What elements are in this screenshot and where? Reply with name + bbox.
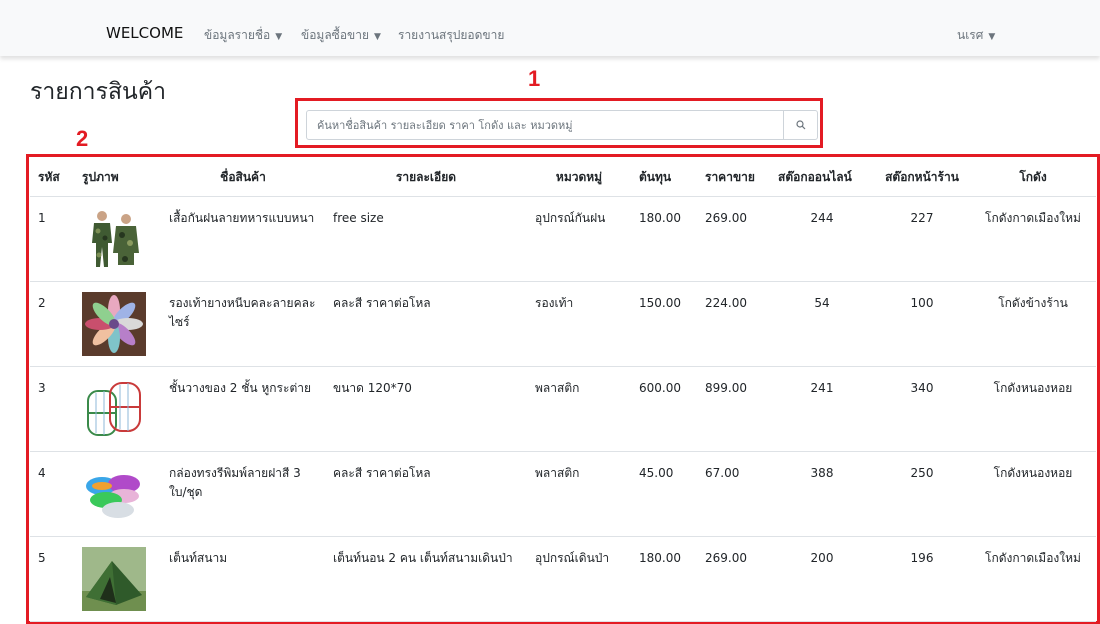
cell-category: รองเท้า: [527, 281, 631, 367]
cell-warehouse: โกดังหนองหอย: [970, 451, 1096, 537]
cell-stock-online: 241: [770, 366, 874, 452]
cell-detail: คละสี ราคาต่อโหล: [325, 281, 527, 367]
column-header-id[interactable]: รหัส: [30, 160, 74, 197]
column-header-image[interactable]: รูปภาพ: [74, 160, 161, 197]
caret-down-icon: ▼: [988, 32, 996, 42]
table-header-row: รหัส รูปภาพ ชื่อสินค้า รายละเอียด หมวดหม…: [30, 160, 1096, 197]
cell-stock-online: 200: [770, 536, 874, 622]
rubber-slippers-image: [82, 291, 146, 356]
cell-cost: 600.00: [631, 366, 697, 452]
cell-name: เสื้อกันฝนลายทหารแบบหนา: [161, 196, 325, 282]
cell-detail: คละสี ราคาต่อโหล: [325, 451, 527, 537]
nav-item-label: ข้อมูลซื้อขาย: [301, 28, 369, 42]
cell-id: 2: [30, 281, 74, 367]
user-menu[interactable]: นเรศ ▼: [957, 26, 995, 45]
nav-item-customers[interactable]: ข้อมูลรายชื่อ ▼: [204, 26, 282, 45]
caret-down-icon: ▼: [275, 32, 283, 42]
search-input[interactable]: [306, 110, 784, 140]
product-table: รหัส รูปภาพ ชื่อสินค้า รายละเอียด หมวดหม…: [30, 160, 1096, 622]
nav-item-sales-report[interactable]: รายงานสรุปยอดขาย: [398, 26, 504, 45]
cell-stock-store: 100: [874, 281, 970, 367]
plastic-shelf-image: [82, 376, 146, 441]
cell-cost: 150.00: [631, 281, 697, 367]
navbar-brand[interactable]: WELCOME: [106, 24, 183, 42]
cell-category: อุปกรณ์เดินป่า: [527, 536, 631, 622]
column-header-detail[interactable]: รายละเอียด: [325, 160, 527, 197]
cell-name: กล่องทรงรีพิมพ์ลายฝาสี 3 ใบ/ชุด: [161, 451, 325, 537]
page-title: รายการสินค้า: [30, 79, 167, 105]
cell-cost: 180.00: [631, 196, 697, 282]
table-row[interactable]: 2 รองเท้ายางหนีบคละลายคละไซร์ คละสี ราคา…: [30, 281, 1096, 367]
cell-cost: 45.00: [631, 451, 697, 537]
search-icon: [795, 120, 805, 130]
cell-category: พลาสติก: [527, 451, 631, 537]
cell-price: 67.00: [697, 451, 770, 537]
cell-warehouse: โกดังหนองหอย: [970, 366, 1096, 452]
cell-warehouse: โกดังข้างร้าน: [970, 281, 1096, 367]
annotation-label-2: 2: [76, 126, 89, 151]
plastic-boxes-image: [82, 461, 146, 526]
table-row[interactable]: 1 เสื้อกันฝนลายทหารแบบหนา free size อุปก…: [30, 196, 1096, 282]
cell-price: 224.00: [697, 281, 770, 367]
cell-image: [74, 451, 161, 537]
cell-name: รองเท้ายางหนีบคละลายคละไซร์: [161, 281, 325, 367]
cell-image: [74, 536, 161, 622]
cell-id: 4: [30, 451, 74, 537]
column-header-price[interactable]: ราคาขาย: [697, 160, 770, 197]
cell-detail: เต็นท์นอน 2 คน เต็นท์สนามเดินป่า: [325, 536, 527, 622]
cell-warehouse: โกดังกาดเมืองใหม่: [970, 196, 1096, 282]
annotation-label-1: 1: [528, 66, 541, 91]
cell-id: 5: [30, 536, 74, 622]
cell-cost: 180.00: [631, 536, 697, 622]
nav-item-trading[interactable]: ข้อมูลซื้อขาย ▼: [301, 26, 381, 45]
cell-stock-store: 340: [874, 366, 970, 452]
cell-name: เต็นท์สนาม: [161, 536, 325, 622]
cell-image: [74, 366, 161, 452]
cell-name: ชั้นวางของ 2 ชั้น หูกระต่าย: [161, 366, 325, 452]
cell-price: 269.00: [697, 196, 770, 282]
cell-detail: free size: [325, 196, 527, 282]
cell-detail: ขนาด 120*70: [325, 366, 527, 452]
user-name: นเรศ: [957, 28, 984, 42]
caret-down-icon: ▼: [374, 32, 381, 42]
column-header-stock-store[interactable]: สต๊อกหน้าร้าน: [874, 160, 970, 197]
cell-stock-online: 54: [770, 281, 874, 367]
search-bar: [306, 110, 818, 140]
cell-price: 269.00: [697, 536, 770, 622]
nav-item-label: ข้อมูลรายชื่อ: [204, 28, 271, 42]
table-row[interactable]: 3 ชั้นวางของ 2 ชั้น หูกระต่าย ขนาด 120*7…: [30, 366, 1096, 452]
camping-tent-image: [82, 546, 146, 611]
cell-price: 899.00: [697, 366, 770, 452]
cell-stock-store: 196: [874, 536, 970, 622]
cell-stock-store: 227: [874, 196, 970, 282]
nav-item-label: รายงานสรุปยอดขาย: [398, 28, 505, 42]
cell-stock-store: 250: [874, 451, 970, 537]
cell-id: 1: [30, 196, 74, 282]
cell-category: อุปกรณ์กันฝน: [527, 196, 631, 282]
cell-stock-online: 244: [770, 196, 874, 282]
table-row[interactable]: 5 เต็นท์สนาม เต็นท์นอน 2 คน เต็นท์สนามเด…: [30, 536, 1096, 622]
top-navbar: WELCOME ข้อมูลรายชื่อ ▼ ข้อมูลซื้อขาย ▼ รา…: [0, 0, 1100, 56]
camouflage-raincoat-image: [82, 206, 146, 271]
table-row[interactable]: 4 กล่องทรงรีพิมพ์ลายฝาสี 3 ใบ/ชุด คละสี …: [30, 451, 1096, 537]
column-header-cost[interactable]: ต้นทุน: [631, 160, 697, 197]
cell-image: [74, 196, 161, 282]
cell-stock-online: 388: [770, 451, 874, 537]
cell-image: [74, 281, 161, 367]
cell-warehouse: โกดังกาดเมืองใหม่: [970, 536, 1096, 622]
column-header-warehouse[interactable]: โกดัง: [970, 160, 1096, 197]
search-button[interactable]: [783, 110, 818, 140]
column-header-stock-online[interactable]: สต๊อกออนไลน์: [770, 160, 874, 197]
cell-category: พลาสติก: [527, 366, 631, 452]
column-header-category[interactable]: หมวดหมู่: [527, 160, 631, 197]
column-header-name[interactable]: ชื่อสินค้า: [161, 160, 325, 197]
cell-id: 3: [30, 366, 74, 452]
